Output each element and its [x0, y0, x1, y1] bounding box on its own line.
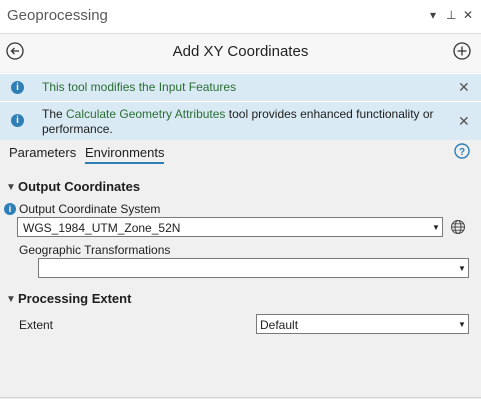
tab-parameters[interactable]: Parameters [9, 145, 76, 160]
chevron-down-icon: ▼ [458, 264, 466, 273]
info-message: i This tool modifies the Input Features … [0, 73, 481, 101]
pin-icon[interactable]: ⊥ [446, 8, 456, 22]
add-circle-icon[interactable] [453, 42, 471, 60]
message-text-part: The [42, 107, 67, 121]
tool-title: Add XY Coordinates [172, 43, 309, 60]
close-pane-icon[interactable]: ✕ [463, 8, 473, 22]
message-text: This tool modifies the Input Features [42, 80, 237, 94]
pane-title: Geoprocessing [7, 7, 108, 24]
tool-header: Add XY Coordinates [0, 34, 481, 72]
output-coordinate-system-dropdown[interactable]: WGS_1984_UTM_Zone_52N ▼ [17, 217, 443, 237]
chevron-down-icon: ▼ [458, 320, 466, 329]
chevron-down-icon[interactable]: ▼ [6, 294, 16, 305]
help-icon[interactable]: ? [454, 143, 470, 159]
info-icon: i [11, 81, 24, 94]
calculate-geometry-link[interactable]: Calculate Geometry Attributes [66, 107, 225, 121]
info-icon: i [11, 114, 24, 127]
section-title-processing-extent[interactable]: Processing Extent [18, 291, 131, 306]
svg-text:?: ? [459, 147, 465, 158]
bottom-divider [0, 397, 481, 398]
chevron-down-icon: ▼ [432, 223, 440, 232]
geographic-transformations-dropdown[interactable]: ▼ [38, 258, 469, 278]
dismiss-message-icon[interactable]: ✕ [458, 113, 470, 130]
message-text: The Calculate Geometry Attributes tool p… [42, 107, 447, 137]
dismiss-message-icon[interactable]: ✕ [458, 79, 470, 96]
geographic-transformations-label: Geographic Transformations [19, 243, 171, 257]
extent-dropdown[interactable]: Default ▼ [256, 314, 469, 334]
tab-environments[interactable]: Environments [85, 145, 165, 164]
pane-menu-icon[interactable]: ▾ [430, 8, 436, 22]
pane-titlebar: Geoprocessing ▾ ⊥ ✕ [0, 0, 481, 34]
dropdown-value: WGS_1984_UTM_Zone_52N [23, 221, 181, 235]
dropdown-value: Default [260, 318, 299, 332]
chevron-down-icon[interactable]: ▼ [6, 182, 16, 193]
info-message: i The Calculate Geometry Attributes tool… [0, 101, 481, 140]
section-title-output-coordinates[interactable]: Output Coordinates [18, 179, 140, 194]
info-icon[interactable]: i [4, 203, 16, 215]
globe-icon[interactable] [450, 219, 466, 235]
extent-label: Extent [19, 318, 54, 332]
output-coordinate-system-label: Output Coordinate System [19, 202, 161, 216]
